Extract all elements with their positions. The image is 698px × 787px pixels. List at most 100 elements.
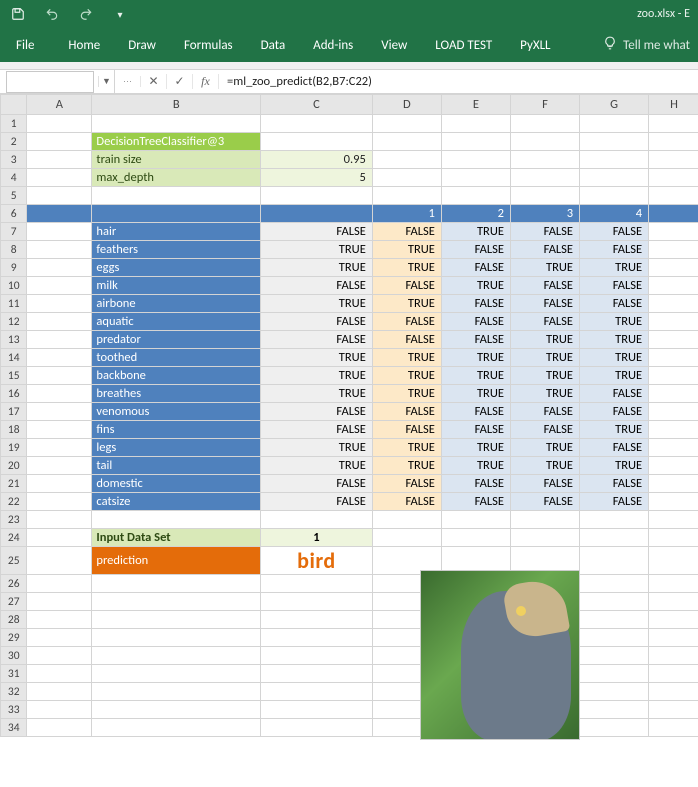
row-header[interactable]: 10 xyxy=(1,277,27,295)
cell[interactable] xyxy=(510,169,579,187)
cell[interactable] xyxy=(261,719,373,737)
row-header[interactable]: 31 xyxy=(1,665,27,683)
feature-val[interactable]: TRUE xyxy=(510,439,579,457)
row-header[interactable]: 5 xyxy=(1,187,27,205)
feature-val[interactable]: FALSE xyxy=(261,313,373,331)
cell[interactable] xyxy=(580,151,649,169)
cell[interactable] xyxy=(510,115,579,133)
feature-val[interactable]: FALSE xyxy=(441,241,510,259)
feature-val[interactable]: FALSE xyxy=(261,421,373,439)
undo-icon[interactable] xyxy=(44,6,60,22)
row-header[interactable]: 2 xyxy=(1,133,27,151)
feature-val[interactable]: FALSE xyxy=(261,403,373,421)
feature-val[interactable]: FALSE xyxy=(441,313,510,331)
feature-name[interactable]: airbone xyxy=(92,295,261,313)
cancel-formula-icon[interactable]: ✕ xyxy=(141,74,167,89)
enter-formula-icon[interactable]: ✓ xyxy=(167,74,193,89)
input-set-value[interactable]: 1 xyxy=(261,529,373,547)
tab-data[interactable]: Data xyxy=(247,28,300,62)
cell[interactable] xyxy=(649,241,698,259)
feature-val[interactable]: TRUE xyxy=(441,385,510,403)
feature-val[interactable]: TRUE xyxy=(261,241,373,259)
tab-view[interactable]: View xyxy=(367,28,421,62)
feature-name[interactable]: hair xyxy=(92,223,261,241)
cell[interactable] xyxy=(649,547,698,575)
feature-val[interactable]: TRUE xyxy=(372,457,441,475)
feature-name[interactable]: legs xyxy=(92,439,261,457)
save-icon[interactable] xyxy=(10,6,26,22)
cell[interactable] xyxy=(27,511,92,529)
feature-val[interactable]: FALSE xyxy=(372,403,441,421)
cell[interactable] xyxy=(27,629,92,647)
cell[interactable] xyxy=(27,277,92,295)
cell[interactable] xyxy=(649,187,698,205)
feature-val[interactable]: TRUE xyxy=(580,349,649,367)
cell-dropdown-icon[interactable]: ⋯ xyxy=(115,76,141,87)
feature-val[interactable]: FALSE xyxy=(441,475,510,493)
tab-loadtest[interactable]: LOAD TEST xyxy=(421,28,506,62)
cell[interactable] xyxy=(649,493,698,511)
feature-name[interactable]: domestic xyxy=(92,475,261,493)
cell[interactable] xyxy=(441,529,510,547)
feature-val[interactable]: FALSE xyxy=(580,385,649,403)
spreadsheet-grid[interactable]: A B C D E F G H 12DecisionTreeClassifier… xyxy=(0,94,698,787)
cell[interactable] xyxy=(27,385,92,403)
feature-val[interactable]: FALSE xyxy=(580,493,649,511)
col-header[interactable]: G xyxy=(580,95,649,115)
feature-col-number[interactable]: 2 xyxy=(441,205,510,223)
col-header[interactable]: D xyxy=(372,95,441,115)
row-header[interactable]: 3 xyxy=(1,151,27,169)
name-box-dropdown-icon[interactable]: ▼ xyxy=(98,76,114,87)
feature-val[interactable]: TRUE xyxy=(510,349,579,367)
feature-val[interactable]: FALSE xyxy=(261,475,373,493)
feature-val[interactable]: TRUE xyxy=(580,367,649,385)
row-header[interactable]: 16 xyxy=(1,385,27,403)
feature-val[interactable]: FALSE xyxy=(261,493,373,511)
prediction-value[interactable]: bird xyxy=(261,547,373,575)
cell[interactable] xyxy=(261,593,373,611)
feature-val[interactable]: FALSE xyxy=(372,223,441,241)
cell[interactable] xyxy=(261,187,373,205)
cell[interactable] xyxy=(27,169,92,187)
tell-me-search[interactable]: Tell me what xyxy=(595,28,698,62)
cell[interactable] xyxy=(92,187,261,205)
cell[interactable] xyxy=(649,295,698,313)
cell[interactable] xyxy=(580,665,649,683)
feature-val[interactable]: FALSE xyxy=(441,493,510,511)
feature-val[interactable]: TRUE xyxy=(372,439,441,457)
feature-val[interactable]: FALSE xyxy=(372,331,441,349)
feature-val[interactable]: FALSE xyxy=(580,403,649,421)
row-header[interactable]: 23 xyxy=(1,511,27,529)
row-header[interactable]: 13 xyxy=(1,331,27,349)
cell[interactable] xyxy=(92,647,261,665)
feature-val[interactable]: TRUE xyxy=(372,385,441,403)
cell[interactable] xyxy=(649,683,698,701)
cell[interactable] xyxy=(649,349,698,367)
feature-col-number[interactable] xyxy=(92,205,261,223)
cell[interactable] xyxy=(649,719,698,737)
row-header[interactable]: 20 xyxy=(1,457,27,475)
row-header[interactable]: 4 xyxy=(1,169,27,187)
feature-val[interactable]: FALSE xyxy=(510,241,579,259)
cell[interactable] xyxy=(510,187,579,205)
cell[interactable] xyxy=(261,683,373,701)
cell[interactable] xyxy=(27,547,92,575)
row-header[interactable]: 21 xyxy=(1,475,27,493)
feature-val[interactable]: FALSE xyxy=(441,295,510,313)
row-header[interactable]: 32 xyxy=(1,683,27,701)
feature-val[interactable]: FALSE xyxy=(510,421,579,439)
cell[interactable] xyxy=(649,611,698,629)
cell[interactable] xyxy=(27,151,92,169)
feature-val[interactable]: FALSE xyxy=(580,223,649,241)
feature-val[interactable]: TRUE xyxy=(441,457,510,475)
row-header[interactable]: 26 xyxy=(1,575,27,593)
cell[interactable] xyxy=(27,349,92,367)
cell[interactable] xyxy=(92,611,261,629)
cell[interactable] xyxy=(92,683,261,701)
cell[interactable] xyxy=(27,205,92,223)
feature-val[interactable]: TRUE xyxy=(261,259,373,277)
feature-val[interactable]: FALSE xyxy=(580,295,649,313)
cell[interactable] xyxy=(27,331,92,349)
cell[interactable] xyxy=(580,115,649,133)
feature-name[interactable]: venomous xyxy=(92,403,261,421)
